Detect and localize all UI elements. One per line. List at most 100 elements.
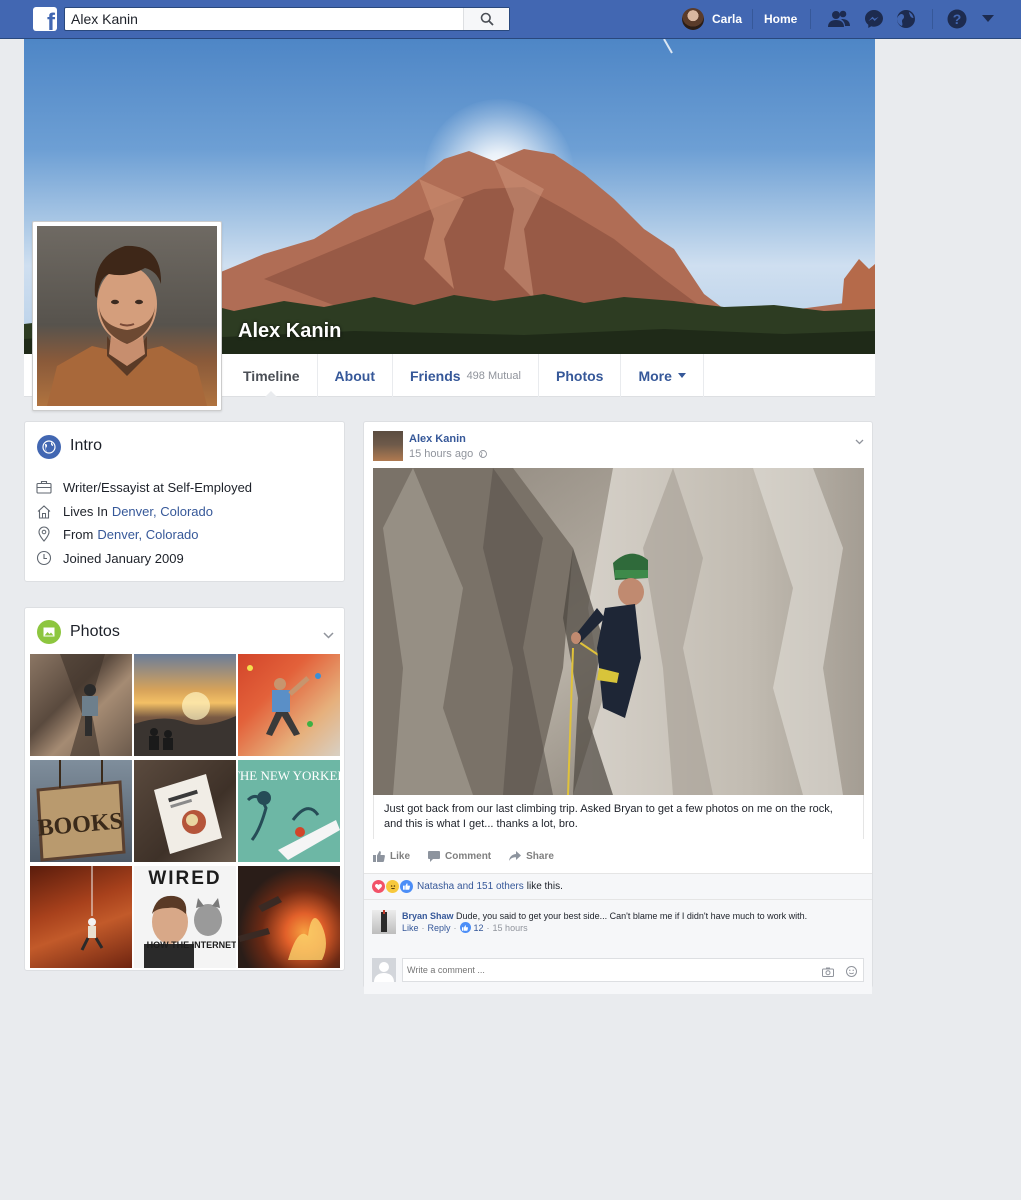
camera-icon[interactable] [822,964,834,982]
thumbs-up-icon [373,850,385,862]
post-author-name[interactable]: Alex Kanin [409,433,466,445]
love-reaction-icon [372,880,385,893]
tab-label: Friends [409,367,461,384]
commenter-name[interactable]: Bryan Shaw [402,911,454,921]
account-menu-chevron-down-icon[interactable] [977,8,999,30]
photo-thumbnail[interactable]: BOOKS [30,760,132,862]
notifications-globe-icon[interactable] [895,8,917,30]
facebook-logo-icon[interactable]: f [33,7,57,31]
lives-in-location-link[interactable]: Denver, Colorado [112,504,213,519]
tab-label: More [638,367,672,384]
emoji-icon[interactable] [846,964,857,982]
tab-label: Timeline [243,367,300,384]
home-icon [35,502,53,520]
current-user-avatar [682,8,704,30]
post-options-chevron-down-icon[interactable] [855,432,864,450]
tab-about[interactable]: About [316,354,392,397]
comments-section: Bryan Shaw Dude, you said to get your be… [364,899,872,994]
cookbook-image [154,774,222,854]
tab-more[interactable]: More [620,354,704,397]
like-reaction-icon [400,880,413,893]
profile-name: Alex Kanin [238,320,342,342]
from-location-link[interactable]: Denver, Colorado [97,527,198,542]
photos-title: Photos [70,623,120,640]
svg-text:WIRED: WIRED [148,868,221,889]
write-comment-input[interactable] [402,958,864,982]
intro-work: Writer/Essayist at Self-Employed [35,478,252,496]
commenter-avatar[interactable] [372,910,396,934]
post-actions: Like Comment Share [373,848,572,864]
post-card: Alex Kanin 15 hours ago Just got back fr… [363,421,873,994]
tab-friends[interactable]: Friends 498 Mutual [391,354,538,397]
svg-text:?: ? [953,11,962,27]
help-icon[interactable]: ? [946,8,968,30]
climbing-photo-illustration [373,468,864,795]
share-button[interactable]: Share [509,851,554,862]
reactions-summary[interactable]: Natasha and 151 others like this. [364,873,872,899]
like-button[interactable]: Like [373,850,411,862]
search-box [64,7,510,31]
divider [810,9,811,29]
share-label: Share [526,850,554,862]
haha-reaction-icon [386,880,399,893]
photo-thumbnail[interactable]: WIRED HOW THE INTERNET SAVED [134,866,236,968]
tab-label: About [334,367,375,384]
post-author-avatar[interactable] [373,431,403,461]
comment-label: Comment [445,850,492,862]
profile-picture[interactable] [32,221,222,411]
location-pin-icon [35,525,53,543]
gym-climber [247,665,321,736]
like-label: Like [390,850,411,862]
photo-thumbnail[interactable] [30,654,132,756]
caret-down-icon [677,373,686,378]
photo-thumbnail[interactable] [30,866,132,968]
photos-icon [37,620,61,644]
search-button[interactable] [463,8,509,30]
globe-icon [37,435,61,459]
intro-from-prefix: From [63,526,94,542]
photo-thumbnail[interactable]: THE NEW YORKER [232,760,346,862]
svg-text:HOW THE INTERNET SAVED: HOW THE INTERNET SAVED [147,940,236,950]
current-user-name: Carla [712,12,743,26]
comment-time[interactable]: 15 hours [493,923,528,933]
clock-icon [35,549,53,567]
comment-reply-link[interactable]: Reply [428,923,451,933]
books-sign-image: BOOKS [36,760,126,862]
messenger-icon[interactable] [863,8,885,30]
photo-thumbnail[interactable] [134,654,236,756]
comment-like-count[interactable]: 12 [474,923,484,933]
comment-meta: Like · Reply · 12 · 15 hours [402,922,528,933]
search-input[interactable] [65,8,465,30]
photo-thumbnail[interactable] [134,760,236,862]
reaction-names-link[interactable]: Natasha and 151 others [417,881,524,892]
comment-like-link[interactable]: Like [402,923,419,933]
photos-card: Photos BOOKS THE NEW YORKER WIRED HOW THE… [24,607,346,971]
comment-input-tools [822,964,857,982]
svg-text:THE NEW YORKER: THE NEW YORKER [238,768,340,783]
intro-card: Intro Writer/Essayist at Self-Employed L… [24,421,345,582]
post-timestamp[interactable]: 15 hours ago [409,448,488,460]
tab-photos[interactable]: Photos [538,354,620,397]
comment-button[interactable]: Comment [428,850,492,862]
friend-requests-icon[interactable] [828,8,850,30]
photo-thumbnail[interactable] [238,654,340,756]
wired-cover-image: WIRED HOW THE INTERNET SAVED [144,868,236,968]
active-tab-marker [264,391,279,398]
comment-icon [428,850,441,862]
photo-thumbnail[interactable] [238,866,340,968]
profile-portrait-illustration [47,245,207,406]
home-link[interactable]: Home [764,12,797,26]
post-time-text: 15 hours ago [409,448,474,460]
chevron-down-icon[interactable] [323,626,334,644]
current-user-link[interactable]: Carla [682,8,742,30]
post-photo[interactable] [373,468,864,795]
comment-body: Bryan Shaw Dude, you said to get your be… [402,910,807,922]
intro-lives: Lives In Denver, Colorado [35,502,213,520]
climber-figure [60,654,105,756]
people-silhouettes [134,692,236,756]
new-yorker-cover-image: THE NEW YORKER [232,768,346,860]
search-icon [480,12,494,26]
tab-timeline[interactable]: Timeline [226,354,317,398]
comment-text: Dude, you said to get your best side... … [456,911,808,921]
divider [752,9,753,29]
